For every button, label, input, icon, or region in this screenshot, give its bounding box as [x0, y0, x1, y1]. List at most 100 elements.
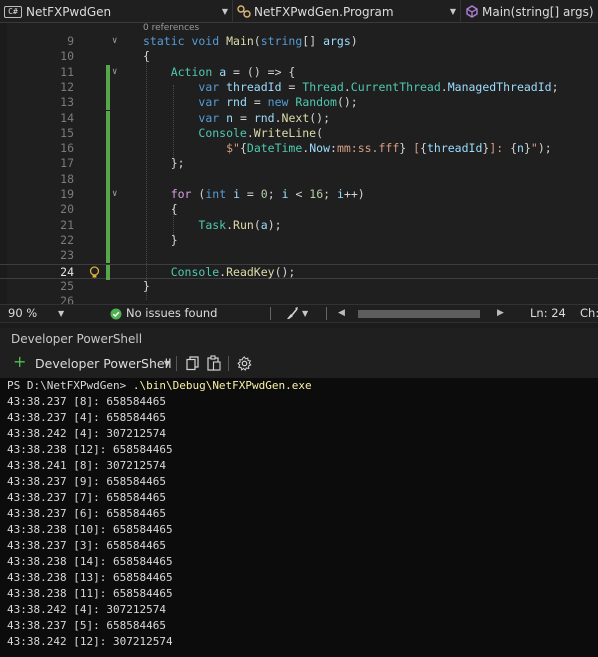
code-text: { [143, 202, 178, 217]
code-line[interactable]: 12 var threadId = Thread.CurrentThread.M… [0, 79, 598, 96]
terminal-output-line: 43:38.238 [12]: 658584465 [7, 443, 173, 456]
terminal-toolbar: + Developer PowerShell ▼ [0, 350, 598, 378]
codelens-references[interactable]: 0 references [143, 23, 199, 33]
line-number: 10 [60, 49, 74, 64]
code-line[interactable]: 24 Console.ReadKey(); [0, 263, 598, 280]
line-number: 9 [67, 34, 74, 48]
code-line[interactable]: 25} [0, 279, 598, 294]
change-marker [106, 141, 110, 157]
terminal-prompt-line: PS D:\NetFXPwdGen> .\bin\Debug\NetFXPwdG… [7, 378, 312, 394]
change-marker [106, 110, 110, 126]
code-line[interactable]: 20 { [0, 202, 598, 218]
check-icon [110, 308, 122, 320]
code-text: var n = rnd.Next(); [198, 110, 331, 125]
code-line[interactable]: 17 }; [0, 156, 598, 172]
terminal-output[interactable]: PS D:\NetFXPwdGen> .\bin\Debug\NetFXPwdG… [0, 378, 598, 657]
line-number: 13 [60, 95, 74, 110]
code-line[interactable]: 23 [0, 248, 598, 264]
code-line[interactable]: 9 ∨ static void Main(string[] args) [0, 34, 598, 49]
terminal-output-line: 43:38.237 [8]: 658584465 [7, 395, 166, 408]
code-line[interactable]: 15 Console.WriteLine( [0, 125, 598, 142]
method-icon [466, 5, 478, 18]
scroll-left-icon[interactable]: ◀ [338, 308, 345, 318]
code-editor[interactable]: 0 references 9 ∨ static void Main(string[]… [0, 23, 598, 304]
copy-icon[interactable] [186, 356, 199, 371]
line-number: 18 [60, 171, 74, 186]
change-marker [106, 232, 110, 249]
code-line[interactable]: 16 $"{DateTime.Now:mm:ss.fff} [{threadId… [0, 141, 598, 157]
change-marker [106, 64, 110, 80]
member-dropdown[interactable]: Main(string[] args) [461, 0, 598, 23]
plus-icon[interactable]: + [13, 353, 26, 371]
divider [270, 307, 271, 320]
code-line[interactable]: 22 } [0, 232, 598, 249]
code-line[interactable]: 11 ∨ Action a = () => { [0, 64, 598, 80]
change-marker [106, 156, 110, 172]
change-marker [106, 217, 110, 233]
divider [228, 356, 229, 371]
code-text: }; [143, 156, 185, 171]
chevron-down-icon[interactable]: ▼ [58, 309, 64, 318]
collapse-icon[interactable]: ∨ [112, 34, 117, 49]
project-dropdown[interactable]: C# NetFXPwdGen ▼ [0, 0, 233, 23]
paste-icon[interactable] [207, 355, 221, 371]
line-number: 16 [60, 141, 74, 156]
line-number: 25 [60, 278, 74, 293]
code-text: var threadId = Thread.CurrentThread.Mana… [198, 79, 559, 94]
class-dropdown[interactable]: NetFXPwdGen.Program ▼ [233, 0, 461, 23]
new-terminal-button[interactable]: Developer PowerShell [35, 356, 172, 371]
collapse-icon[interactable]: ∨ [112, 65, 117, 80]
code-text: Console.WriteLine( [198, 125, 324, 140]
code-text: Console.ReadKey(); [170, 264, 296, 279]
zoom-level[interactable]: 90 % [8, 306, 37, 320]
line-number: 20 [60, 202, 74, 217]
code-line[interactable]: 19 ∨ for (int i = 0; i < 16; i++) [0, 187, 598, 203]
line-number: 11 [60, 64, 74, 79]
line-number: 26 [60, 294, 74, 304]
line-number: 12 [60, 79, 74, 94]
terminal-output-line: 43:38.237 [6]: 658584465 [7, 507, 166, 520]
terminal-output-line: 43:38.238 [14]: 658584465 [7, 555, 173, 568]
change-marker [106, 264, 110, 280]
code-text: $"{DateTime.Now:mm:ss.fff} [{threadId}]:… [226, 141, 552, 156]
code-cleanup-icon[interactable] [285, 307, 299, 320]
code-line[interactable]: 10 { [0, 49, 598, 64]
change-marker [106, 95, 110, 111]
terminal-output-line: 43:38.237 [4]: 658584465 [7, 411, 166, 424]
change-marker [106, 171, 110, 187]
line-indicator[interactable]: Ln: 24 [530, 306, 566, 320]
code-line[interactable]: 26 [0, 294, 598, 304]
terminal-output-line: 43:38.237 [3]: 658584465 [7, 539, 166, 552]
column-indicator[interactable]: Ch: [580, 306, 598, 320]
terminal-prompt: PS D:\NetFXPwdGen> [7, 379, 127, 392]
collapse-icon[interactable]: ∨ [112, 187, 117, 202]
code-text: static void Main(string[] args) [143, 34, 358, 48]
member-dropdown-label: Main(string[] args) [482, 4, 594, 19]
code-line[interactable]: 13 var rnd = new Random(); [0, 95, 598, 111]
code-text: for (int i = 0; i < 16; i++) [170, 187, 365, 201]
lightbulb-icon[interactable] [88, 265, 101, 279]
chevron-down-icon[interactable]: ▼ [164, 359, 170, 368]
class-icon [237, 5, 251, 18]
line-number: 17 [60, 156, 74, 171]
terminal-output-line: 43:38.238 [11]: 658584465 [7, 587, 173, 600]
gear-icon[interactable] [237, 356, 252, 371]
change-marker [106, 187, 110, 203]
scroll-right-icon[interactable]: ▶ [497, 308, 504, 318]
line-number: 22 [60, 232, 74, 247]
code-line[interactable]: 14 var n = rnd.Next(); [0, 110, 598, 126]
project-dropdown-label: NetFXPwdGen [26, 4, 112, 19]
divider [176, 356, 177, 371]
terminal-output-line: 43:38.242 [4]: 307212574 [7, 603, 166, 616]
change-marker [106, 79, 110, 96]
divider [326, 307, 327, 320]
issues-status[interactable]: No issues found [126, 306, 217, 320]
line-number: 24 [60, 264, 74, 279]
chevron-down-icon[interactable]: ▼ [302, 309, 308, 318]
horizontal-scrollbar[interactable] [358, 310, 480, 318]
terminal-output-line: 43:38.238 [10]: 658584465 [7, 523, 173, 536]
terminal-panel-title: Developer PowerShell [0, 328, 598, 350]
code-text: } [143, 278, 150, 293]
code-line[interactable]: 18 [0, 171, 598, 187]
code-line[interactable]: 21 Task.Run(a); [0, 217, 598, 233]
